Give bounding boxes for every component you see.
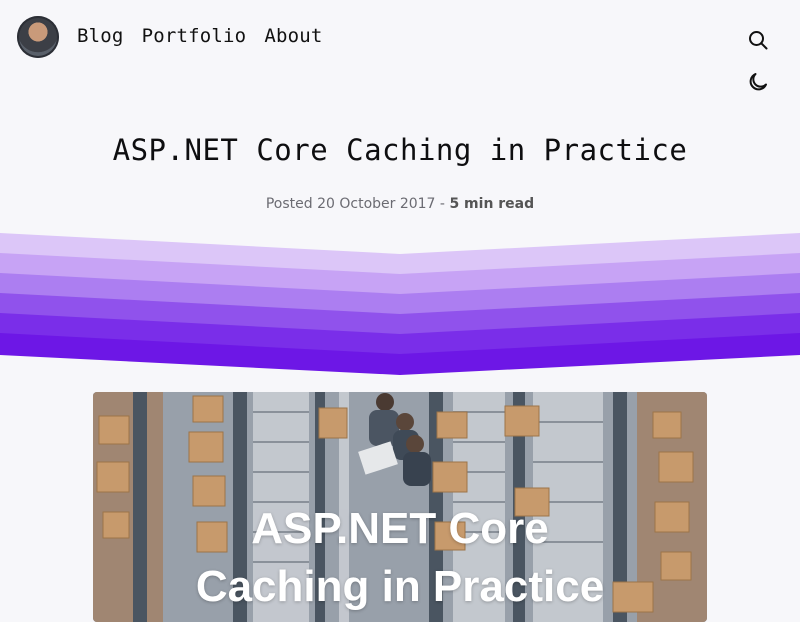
- hero-overlay-title: ASP.NET Core Caching in Practice: [93, 500, 707, 616]
- nav-blog-link[interactable]: Blog: [77, 25, 124, 47]
- post-date: 20 October 2017: [317, 196, 436, 212]
- theme-toggle-button[interactable]: [746, 70, 770, 94]
- author-avatar[interactable]: [17, 16, 59, 58]
- search-icon: [749, 31, 768, 50]
- posted-label: Posted: [265, 196, 313, 212]
- decorative-wave-bands: [0, 233, 800, 380]
- read-time: 5 min read: [449, 196, 535, 212]
- search-button[interactable]: [746, 28, 770, 52]
- hero-image: ASP.NET Core Caching in Practice: [93, 392, 707, 622]
- post-meta: Posted 20 October 2017 - 5 min read: [0, 196, 800, 212]
- hero-overlay-line-2: Caching in Practice: [195, 562, 605, 611]
- post-title: ASP.NET Core Caching in Practice: [112, 133, 688, 167]
- nav-portfolio-link[interactable]: Portfolio: [142, 25, 247, 47]
- main-nav: Blog Portfolio About: [77, 25, 323, 47]
- moon-icon: [749, 73, 767, 91]
- hero-overlay-line-1: ASP.NET Core: [251, 504, 549, 553]
- meta-separator: -: [439, 196, 445, 212]
- nav-about-link[interactable]: About: [264, 25, 322, 47]
